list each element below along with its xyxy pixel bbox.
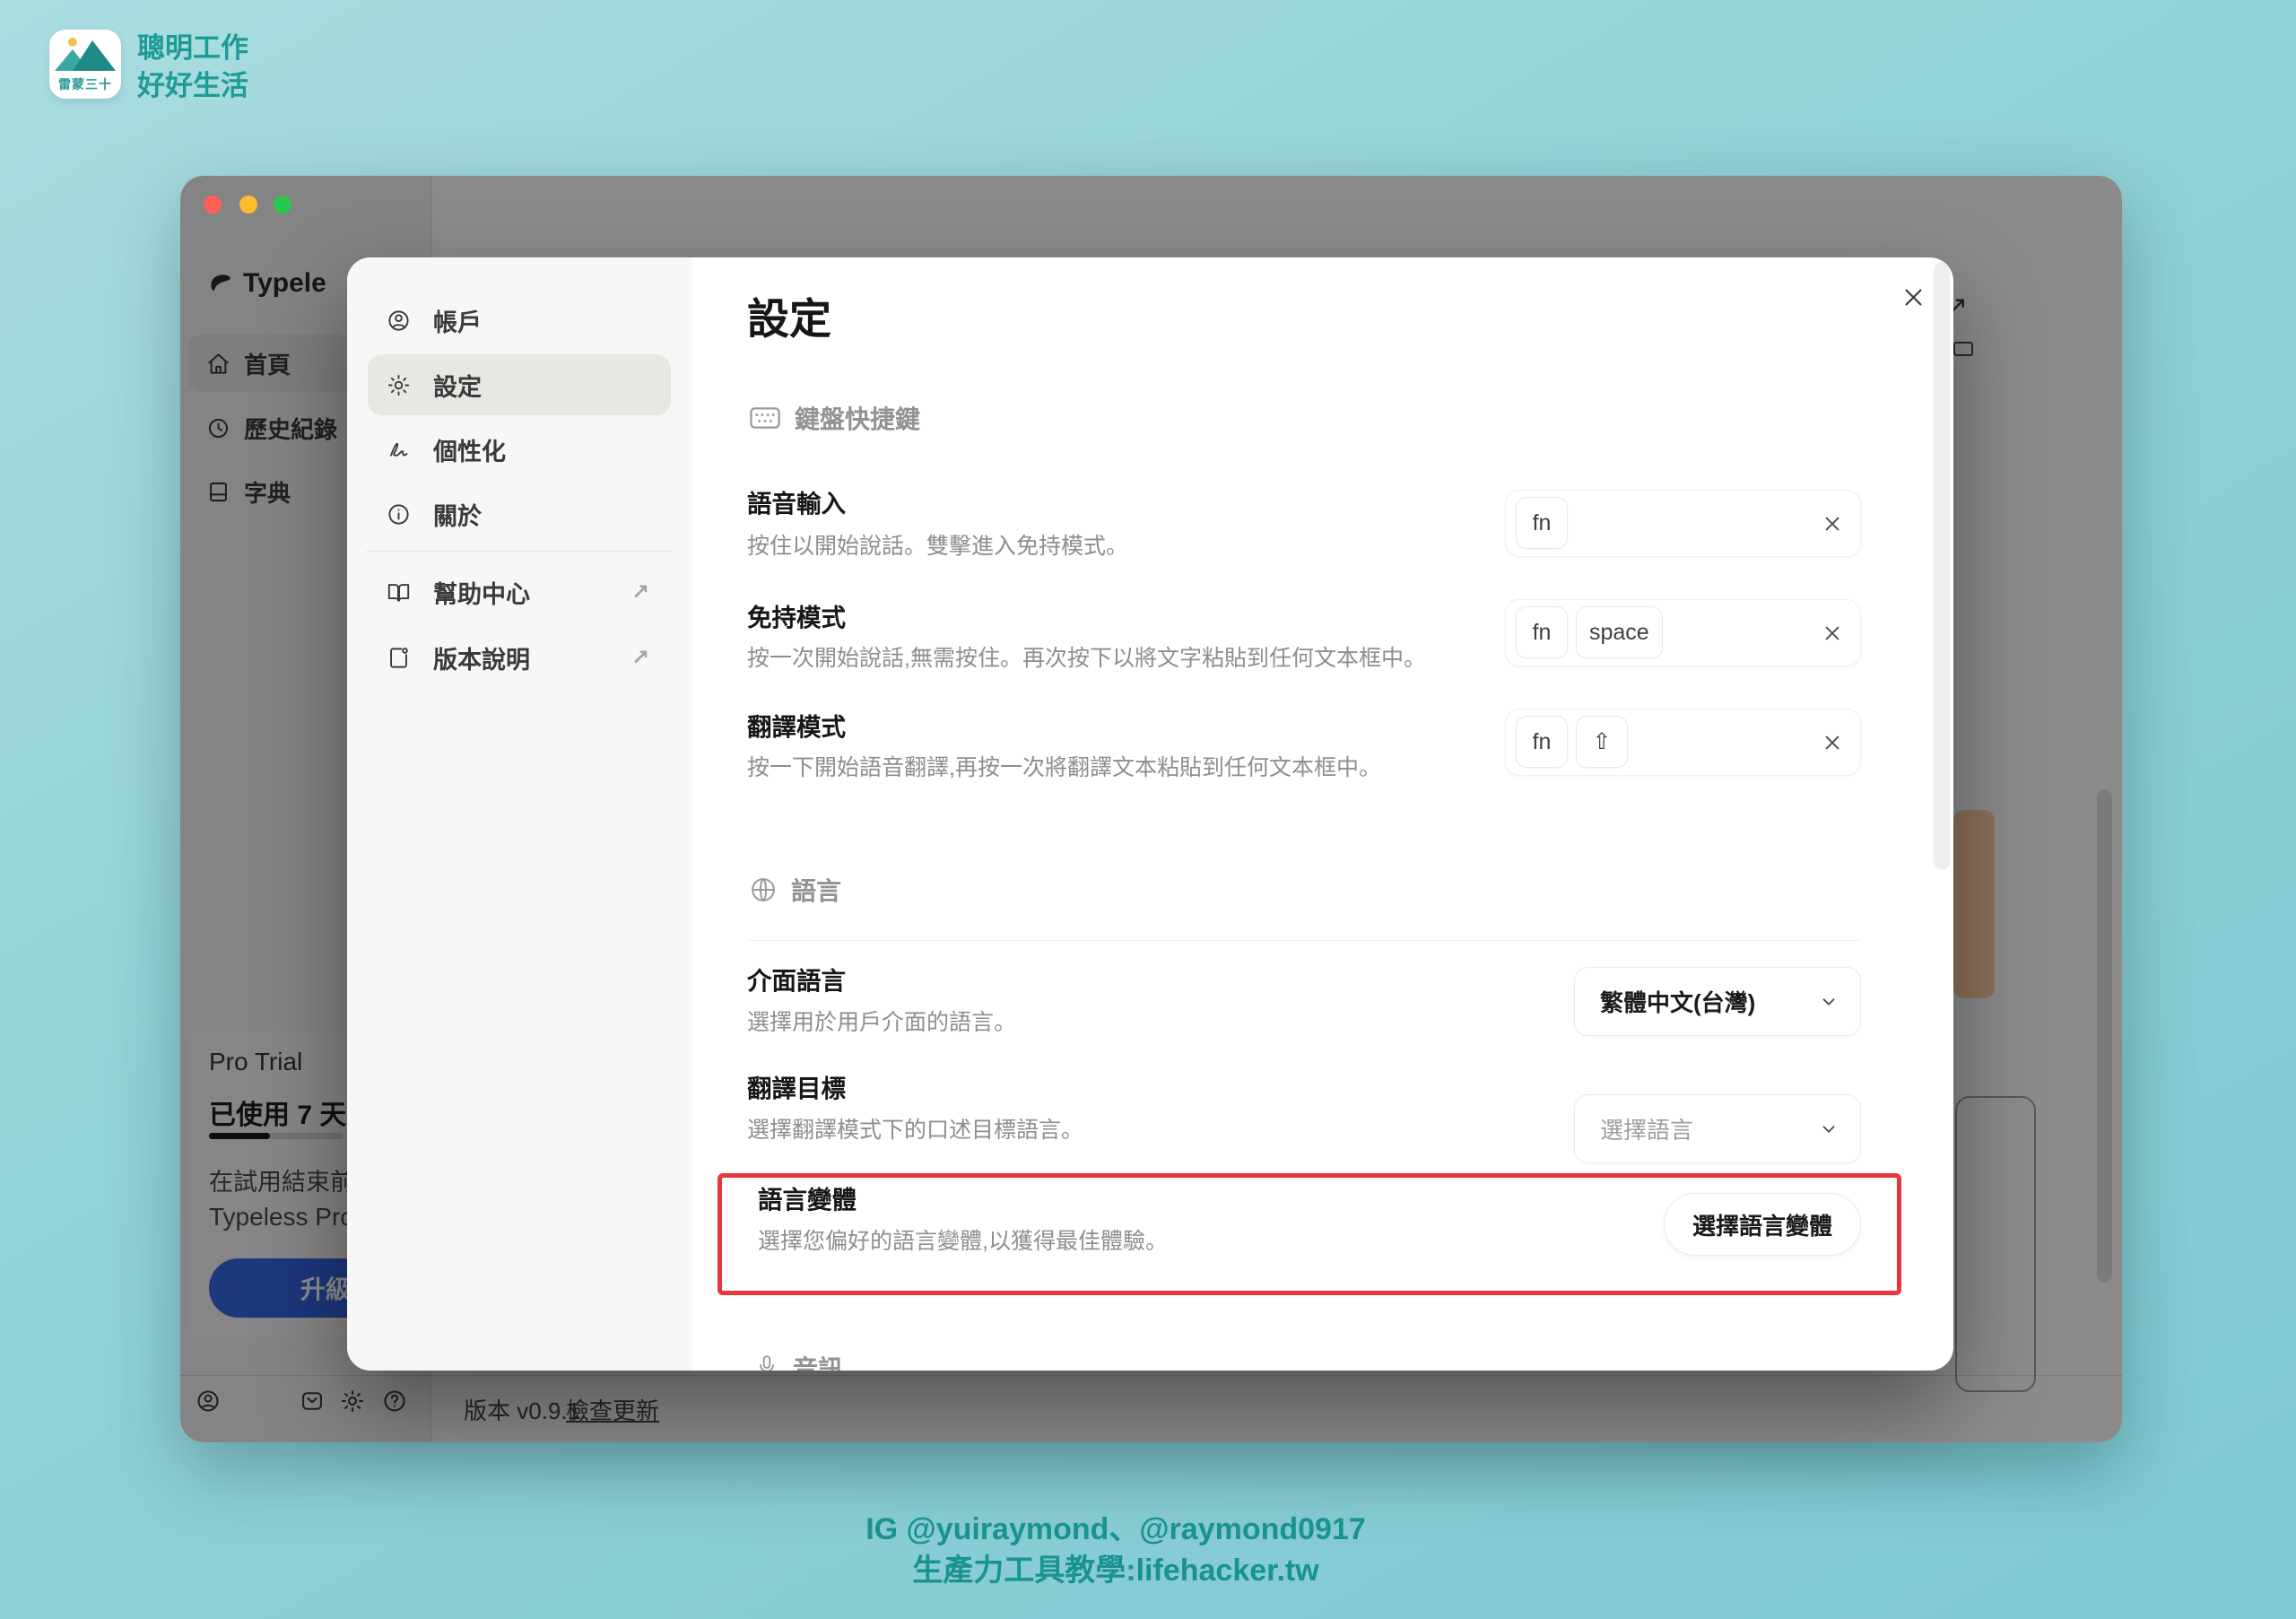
keycap: space: [1576, 606, 1663, 658]
clear-shortcut-icon[interactable]: [1822, 733, 1842, 753]
shortcut-field-translate[interactable]: fn ⇧: [1505, 709, 1861, 776]
row-description: 選擇用於用戶介面的語言。: [747, 1005, 1016, 1037]
sidebar-item-label: 版本說明: [433, 640, 530, 675]
row-description: 選擇您偏好的語言變體,以獲得最佳體驗。: [758, 1223, 1168, 1256]
dropdown-placeholder: 選擇語言: [1600, 1112, 1693, 1145]
clear-shortcut-icon[interactable]: [1822, 514, 1842, 534]
brand-tagline: 聰明工作 好好生活: [137, 30, 248, 105]
row-description: 按一次開始說話,無需按住。再次按下以將文字粘貼到任何文本框中。: [747, 640, 1426, 673]
section-label: 音訊: [793, 1350, 843, 1371]
sidebar-item-personalization[interactable]: 個性化: [368, 420, 671, 479]
mountain-sun-icon: [49, 30, 121, 80]
microphone-icon: [755, 1354, 778, 1371]
brand-tagline-line1: 聰明工作: [137, 30, 248, 67]
keycap: fn: [1516, 716, 1568, 768]
shortcut-field-voice-input[interactable]: fn: [1505, 490, 1861, 557]
row-title: 翻譯模式: [747, 707, 846, 743]
modal-title: 設定: [747, 284, 831, 346]
row-title: 翻譯目標: [747, 1068, 846, 1104]
section-label: 語言: [791, 872, 841, 908]
row-description: 選擇翻譯模式下的口述目標語言。: [747, 1112, 1083, 1145]
sidebar-item-label: 設定: [433, 368, 482, 403]
close-window-button[interactable]: [204, 196, 222, 213]
page-footer: IG @yuiraymond、@raymond0917 生產力工具教學:life…: [0, 1509, 2231, 1591]
section-divider: [747, 940, 1861, 941]
sidebar-divider: [366, 551, 673, 552]
chevron-down-icon: [1819, 1119, 1839, 1139]
brand-header: 雷蒙三十 聰明工作 好好生活: [49, 30, 248, 105]
section-label: 鍵盤快捷鍵: [795, 400, 920, 436]
external-link-icon: ↗: [631, 579, 649, 605]
keycap: fn: [1516, 606, 1568, 658]
clear-shortcut-icon[interactable]: [1822, 623, 1842, 643]
gear-icon: [387, 373, 411, 397]
brand-logo: 雷蒙三十: [49, 30, 121, 99]
brand-tagline-line2: 好好生活: [137, 67, 248, 105]
sidebar-item-release-notes[interactable]: 版本說明 ↗: [368, 628, 671, 687]
row-title: 語音輸入: [747, 483, 846, 519]
sidebar-item-label: 幫助中心: [433, 575, 530, 610]
sidebar-item-label: 關於: [433, 497, 482, 532]
section-audio: 音訊: [755, 1350, 843, 1371]
keyboard-icon: [750, 406, 780, 430]
key-combo: fn ⇧: [1516, 716, 1628, 768]
footer-line1: IG @yuiraymond、@raymond0917: [0, 1509, 2231, 1550]
sidebar-item-account[interactable]: 帳戶: [368, 291, 671, 350]
screen: 雷蒙三十 聰明工作 好好生活 Typele 首頁 歷史紀錄: [0, 0, 2296, 1619]
brand-logo-name: 雷蒙三十: [49, 75, 121, 93]
external-link-icon: ↗: [631, 645, 649, 671]
modal-scrollbar[interactable]: [1934, 262, 1950, 870]
signature-icon: [387, 438, 411, 462]
section-keyboard-shortcuts: 鍵盤快捷鍵: [750, 400, 920, 436]
user-circle-icon: [387, 309, 411, 333]
row-title: 免持模式: [747, 597, 846, 633]
dropdown-value: 繁體中文(台灣): [1600, 985, 1755, 1018]
sidebar-item-settings[interactable]: 設定: [368, 354, 671, 415]
interface-language-dropdown[interactable]: 繁體中文(台灣): [1574, 967, 1861, 1036]
release-notes-icon: [387, 646, 411, 670]
sidebar-item-about[interactable]: 關於: [368, 484, 671, 544]
row-description: 按住以開始說話。雙擊進入免持模式。: [747, 528, 1128, 561]
sidebar-item-help-center[interactable]: 幫助中心 ↗: [368, 562, 671, 622]
row-description: 按一下開始語音翻譯,再按一次將翻譯文本粘貼到任何文本框中。: [747, 750, 1381, 782]
close-button[interactable]: [1891, 274, 1935, 319]
keycap: fn: [1516, 497, 1568, 549]
sidebar-item-label: 個性化: [433, 432, 506, 467]
shortcut-field-handsfree[interactable]: fn space: [1505, 599, 1861, 666]
zoom-window-button[interactable]: [274, 196, 291, 213]
footer-line2: 生產力工具教學:lifehacker.tw: [0, 1550, 2231, 1591]
key-combo: fn: [1516, 497, 1568, 549]
sidebar-item-label: 帳戶: [433, 303, 482, 338]
choose-language-variant-button[interactable]: 選擇語言變體: [1664, 1193, 1861, 1256]
shift-keycap: ⇧: [1576, 716, 1628, 768]
info-icon: [387, 502, 411, 527]
chevron-down-icon: [1819, 992, 1839, 1012]
globe-icon: [750, 876, 777, 903]
settings-modal: 帳戶 設定 個性化 關於: [347, 257, 1953, 1371]
close-icon: [1901, 285, 1926, 309]
row-title: 語言變體: [758, 1179, 857, 1215]
key-combo: fn space: [1516, 606, 1663, 658]
book-open-icon: [387, 580, 411, 605]
minimize-window-button[interactable]: [239, 196, 257, 213]
translation-target-dropdown[interactable]: 選擇語言: [1574, 1094, 1861, 1163]
section-language: 語言: [750, 872, 841, 908]
row-title: 介面語言: [747, 961, 846, 997]
settings-sidebar: 帳戶 設定 個性化 關於: [347, 257, 691, 1371]
